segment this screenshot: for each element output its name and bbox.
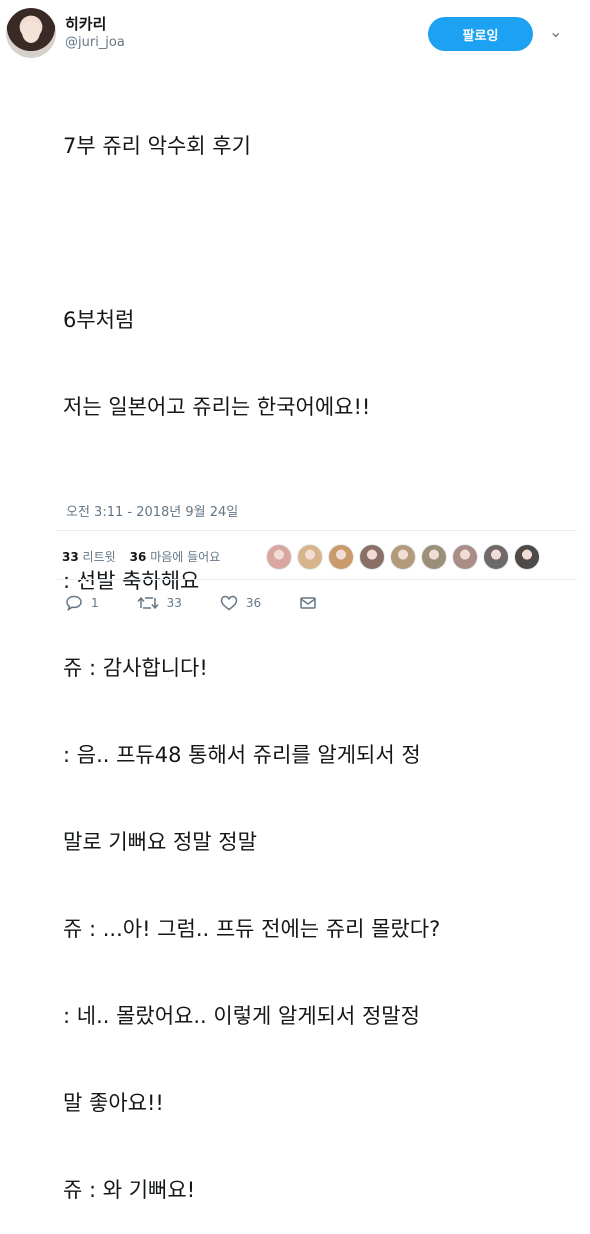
tweet-line: 말로 기뻐요 정말 정말 — [63, 830, 257, 854]
like-button[interactable]: 36 — [220, 595, 261, 611]
user-handle[interactable]: @juri_joa — [65, 35, 125, 50]
tweet-actions: 1 33 36 — [65, 595, 363, 611]
reply-count: 1 — [91, 596, 99, 610]
tweet-line: 저는 일본어고 쥬리는 한국어에요!! — [63, 395, 371, 419]
divider — [57, 530, 577, 531]
tweet-timestamp[interactable]: 오전 3:11 - 2018년 9월 24일 — [66, 501, 238, 520]
tweet-line: 쥬 : 와 기뻐요! — [63, 1178, 196, 1202]
tweet-line: 쥬 : 감사합니다! — [63, 656, 208, 680]
retweets-stat[interactable]: 33 리트윗 — [62, 550, 116, 564]
liker-avatar[interactable] — [483, 544, 509, 570]
following-button[interactable]: 팔로잉 — [428, 17, 533, 51]
envelope-icon — [300, 597, 316, 609]
likes-stat[interactable]: 36 마음에 들어요 — [130, 550, 221, 564]
tweet-line: 6부처럼 — [63, 308, 135, 332]
tweet-line: 말 좋아요!! — [63, 1091, 164, 1115]
liker-avatar[interactable] — [297, 544, 323, 570]
reply-button[interactable]: 1 — [65, 595, 99, 611]
avatar-face — [22, 21, 40, 43]
likes-count: 36 — [129, 550, 147, 564]
liker-avatar[interactable] — [421, 544, 447, 570]
engagement-stats: 33 리트윗 36 마음에 들어요 — [62, 548, 220, 565]
tweet-line: 7부 쥬리 악수회 후기 — [63, 134, 251, 158]
likes-label: 마음에 들어요 — [150, 550, 221, 564]
tweet-line: : 선발 축하해요 — [63, 569, 200, 593]
reply-icon — [66, 595, 82, 611]
liker-avatar[interactable] — [359, 544, 385, 570]
tweet-line — [63, 219, 578, 248]
retweet-count: 33 — [166, 596, 182, 610]
tweet-text: 7부 쥬리 악수회 후기 6부처럼 저는 일본어고 쥬리는 한국어에요!! : … — [63, 74, 578, 1234]
liker-avatar[interactable] — [328, 544, 354, 570]
liker-avatars — [266, 544, 545, 570]
liker-avatar[interactable] — [514, 544, 540, 570]
tweet-line: : 음.. 프듀48 통해서 쥬리를 알게되서 정 — [63, 743, 421, 767]
retweet-icon — [137, 596, 159, 610]
retweet-button[interactable]: 33 — [137, 595, 182, 611]
chevron-down-icon[interactable]: ⌄ — [549, 22, 562, 41]
divider — [57, 579, 577, 580]
display-name[interactable]: 히카리 — [65, 13, 106, 34]
like-count: 36 — [245, 596, 262, 610]
tweet-line: : 네.. 몰랐어요.. 이렇게 알게되서 정말정 — [63, 1004, 420, 1028]
liker-avatar[interactable] — [266, 544, 292, 570]
liker-avatar[interactable] — [390, 544, 416, 570]
liker-avatar[interactable] — [452, 544, 478, 570]
avatar[interactable] — [6, 8, 56, 58]
message-button[interactable] — [299, 595, 325, 611]
retweets-label: 리트윗 — [82, 550, 116, 564]
tweet-line: 쥬 : ...아! 그럼.. 프듀 전에는 쥬리 몰랐다? — [63, 917, 441, 941]
retweets-count: 33 — [62, 550, 79, 564]
heart-icon — [220, 595, 238, 611]
